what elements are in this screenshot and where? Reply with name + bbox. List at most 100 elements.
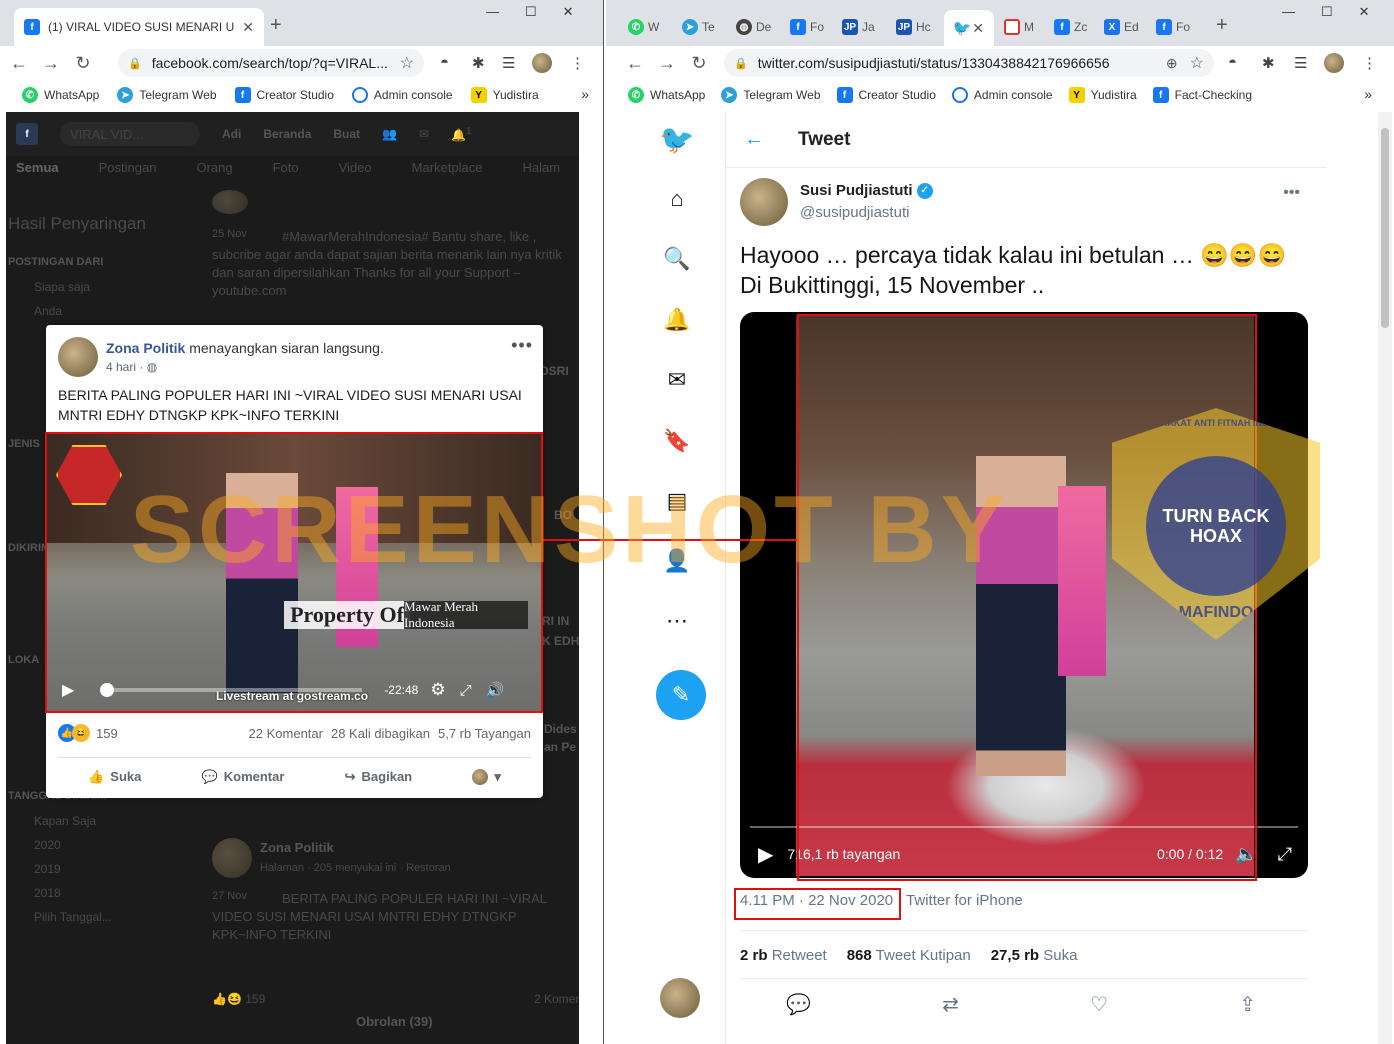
tab-jp[interactable]: JP Ja [842,14,875,40]
bookmark-telegram[interactable]: ➤ Telegram Web [117,87,217,103]
compose-tweet-button[interactable]: ✎ [656,670,706,720]
maximize-button[interactable]: ☐ [525,4,537,20]
reply-icon[interactable]: 💬 [786,992,811,1017]
comment-count[interactable]: 22 Komentar [249,726,323,741]
new-tab-button[interactable]: + [1216,14,1228,37]
tab-twitter-active[interactable]: 🐦 ✕ [944,10,994,46]
maximize-button[interactable]: ☐ [1321,4,1333,20]
messenger-icon[interactable]: ✉ [419,127,429,141]
more-circle-icon[interactable]: ⋯ [662,606,692,636]
bookmark-admin-console[interactable]: Admin console [951,87,1053,103]
minimize-button[interactable]: — [1282,4,1295,20]
forward-button[interactable]: → [654,53,680,74]
back-button[interactable]: ← [622,53,648,74]
new-tab-button[interactable]: + [270,14,282,37]
fullscreen-icon[interactable]: ⤢ [1278,844,1292,865]
close-window-button[interactable]: ✕ [563,4,574,20]
post-author[interactable]: Zona Politik [106,340,185,356]
filter-option[interactable]: Pilih Tanggal... [34,910,112,924]
tab-facebook[interactable]: f Fo [790,14,824,40]
extension-glasses-icon[interactable]: ◓ [440,54,449,71]
share-button[interactable]: ↪ Bagikan [345,769,412,785]
bookmarks-overflow-icon[interactable]: » [581,86,589,102]
back-button[interactable]: ← [6,53,32,74]
author-avatar[interactable] [740,178,788,226]
extensions-puzzle-icon[interactable]: ✱ [472,54,485,72]
extension-glasses-icon[interactable]: ◓ [1228,54,1237,71]
tab-photos[interactable]: Foto [273,160,299,175]
menu-kebab-icon[interactable]: ⋮ [570,54,585,72]
notifications-icon[interactable]: 🔔1 [451,126,472,142]
tweet-more-icon[interactable]: ••• [1283,184,1300,202]
bg-result2-name[interactable]: Zona Politik [260,840,334,855]
fb-user-link[interactable]: Adi [222,127,241,141]
filter-option[interactable]: Kapan Saja [34,814,96,828]
close-tab-icon[interactable]: ✕ [242,19,254,36]
twitter-logo-icon[interactable]: 🐦 [660,124,695,155]
like-stat[interactable]: 27,5 rb Suka [991,947,1078,980]
explore-search-icon[interactable]: 🔍 [662,244,692,274]
tab-telegram[interactable]: ➤ Te [682,14,715,40]
tab-de[interactable]: ◍ De [736,14,771,40]
play-icon[interactable]: ▶ [758,842,773,867]
menu-kebab-icon[interactable]: ⋮ [1362,54,1377,72]
chat-bar[interactable]: Obrolan (39) [356,1014,433,1029]
tab-videos[interactable]: Video [339,160,372,175]
bookmark-yudistira[interactable]: Y Yudistira [470,87,539,103]
tab-fo[interactable]: f Fo [1156,14,1190,40]
add-icon[interactable]: ⊕ [1166,55,1178,72]
bookmark-star-icon[interactable]: ☆ [1190,53,1204,73]
comment-button[interactable]: 💬 Komentar [202,769,285,785]
filter-option[interactable]: 2018 [34,886,61,900]
bookmark-fact-checking[interactable]: f Fact-Checking [1152,87,1252,103]
bookmark-creator-studio[interactable]: f Creator Studio [234,87,334,103]
share-count[interactable]: 28 Kali dibagikan [331,726,430,741]
close-window-button[interactable]: ✕ [1359,4,1370,20]
home-icon[interactable]: ⌂ [662,184,692,214]
like-heart-icon[interactable]: ♡ [1090,992,1108,1017]
tab-marketplace[interactable]: Marketplace [412,160,483,175]
bookmarks-icon[interactable]: 🔖 [662,426,692,456]
reload-button[interactable]: ↻ [686,53,712,74]
messages-envelope-icon[interactable]: ✉ [662,365,692,395]
bookmark-star-icon[interactable]: ☆ [400,53,414,73]
profile-person-icon[interactable]: 👤 [662,546,692,576]
bookmark-whatsapp[interactable]: ✆ WhatsApp [628,87,705,103]
reading-list-icon[interactable]: ☰ [502,54,515,72]
tab-all[interactable]: Semua [16,160,59,175]
tab-whatsapp[interactable]: ✆ W [628,14,659,40]
author-name[interactable]: Susi Pudjiastuti [800,182,913,199]
fb-create-link[interactable]: Buat [333,127,360,141]
post-time[interactable]: 4 hari [106,360,136,374]
scrollbar-thumb[interactable] [1381,128,1389,328]
profile-avatar[interactable] [1324,53,1344,73]
tab-ed[interactable]: X Ed [1104,14,1139,40]
tab-people[interactable]: Orang [196,160,232,175]
reading-list-icon[interactable]: ☰ [1294,54,1307,72]
bookmark-admin-console[interactable]: Admin console [351,87,453,103]
forward-button[interactable]: → [38,53,64,74]
filter-option[interactable]: 2019 [34,862,61,876]
notifications-bell-icon[interactable]: 🔔 [662,305,692,335]
tab-zc[interactable]: f Zc [1054,14,1087,40]
more-options-icon[interactable]: ••• [511,335,533,356]
bookmark-whatsapp[interactable]: ✆ WhatsApp [22,87,99,103]
bookmark-yudistira[interactable]: Y Yudistira [1068,87,1137,103]
bookmark-telegram[interactable]: ➤ Telegram Web [721,87,821,103]
filter-option[interactable]: 2020 [34,838,61,852]
facebook-logo-icon[interactable]: f [16,123,38,145]
author-handle[interactable]: @susipudjiastuti [800,204,909,221]
filter-option[interactable]: Anda [34,304,62,318]
profile-avatar[interactable] [532,53,552,73]
audience-selector[interactable]: ▾ [472,768,501,785]
share-icon[interactable]: ⇪ [1239,992,1256,1017]
page-avatar[interactable] [58,337,98,377]
tab-posts[interactable]: Postingan [99,160,157,175]
tab-jp2[interactable]: JP Hc [896,14,931,40]
facebook-search-input[interactable]: VIRAL VID... [60,122,200,146]
retweet-icon[interactable]: ⇄ [942,992,959,1017]
reload-button[interactable]: ↻ [70,53,96,74]
fb-home-link[interactable]: Beranda [263,127,311,141]
tab-pages[interactable]: Halam [522,160,560,175]
quote-stat[interactable]: 868 Tweet Kutipan [847,947,971,980]
